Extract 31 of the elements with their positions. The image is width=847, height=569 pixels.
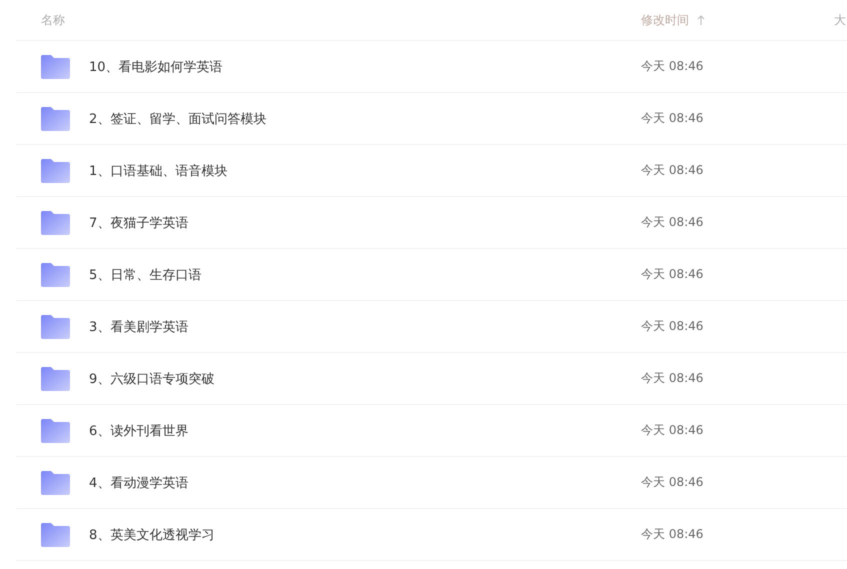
folder-icon	[41, 210, 70, 234]
folder-name[interactable]: 3、看美剧学英语	[89, 318, 641, 336]
modified-time: 今天 08:46	[641, 526, 704, 543]
modified-time: 今天 08:46	[641, 110, 704, 127]
folder-name[interactable]: 1、口语基础、语音模块	[89, 162, 641, 180]
folder-name[interactable]: 9、六级口语专项突破	[89, 370, 641, 388]
modified-time: 今天 08:46	[641, 318, 704, 335]
modified-time: 今天 08:46	[641, 422, 704, 439]
folder-icon	[41, 366, 70, 390]
folder-icon	[41, 418, 70, 442]
folder-icon	[41, 158, 70, 182]
folder-icon	[41, 522, 70, 546]
folder-name[interactable]: 4、看动漫学英语	[89, 474, 641, 492]
sort-ascending-icon[interactable]	[697, 15, 705, 25]
folder-icon	[41, 54, 70, 78]
folder-icon	[41, 262, 70, 286]
folder-name[interactable]: 2、签证、留学、面试问答模块	[89, 110, 641, 128]
modified-time: 今天 08:46	[641, 370, 704, 387]
modified-time: 今天 08:46	[641, 162, 704, 179]
folder-icon	[41, 470, 70, 494]
folder-name[interactable]: 8、英美文化透视学习	[89, 526, 641, 544]
modified-time: 今天 08:46	[641, 474, 704, 491]
folder-name[interactable]: 10、看电影如何学英语	[89, 58, 641, 76]
modified-time: 今天 08:46	[641, 266, 704, 283]
modified-time: 今天 08:46	[641, 214, 704, 231]
folder-name[interactable]: 5、日常、生存口语	[89, 266, 641, 284]
modified-time: 今天 08:46	[641, 58, 704, 75]
folder-icon	[41, 106, 70, 130]
folder-icon	[41, 314, 70, 338]
folder-name[interactable]: 6、读外刊看世界	[89, 422, 641, 440]
folder-name[interactable]: 7、夜猫子学英语	[89, 214, 641, 232]
